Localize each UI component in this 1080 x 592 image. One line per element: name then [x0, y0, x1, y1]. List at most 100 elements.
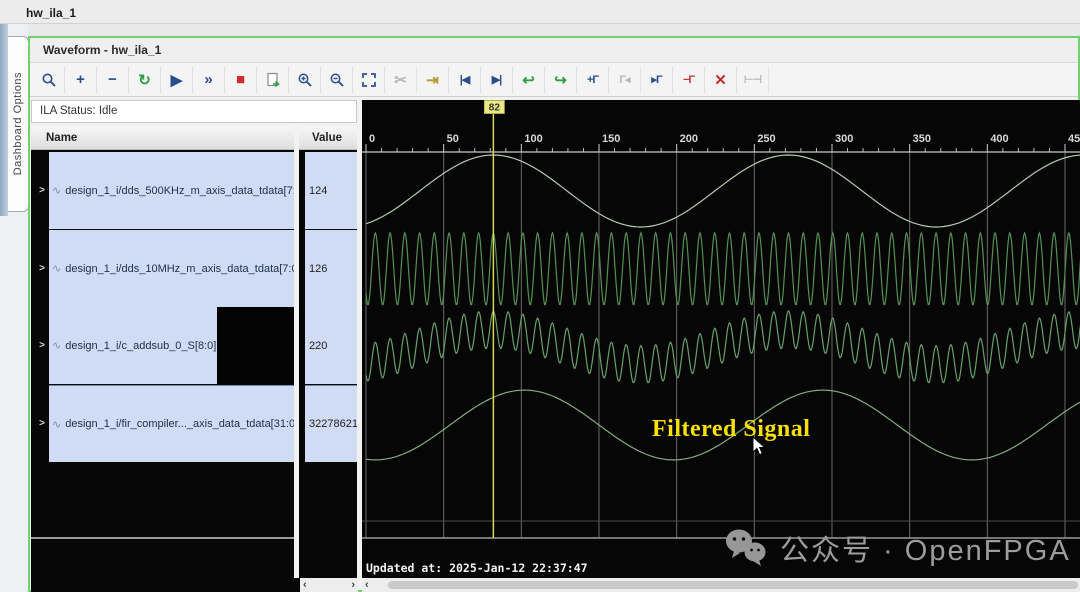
- toolbar-add-probes-button[interactable]: +: [65, 66, 97, 94]
- signal-row-name[interactable]: ∿ design_1_i/fir_compiler..._axis_data_td…: [49, 385, 294, 462]
- toolbar-next-transition-button[interactable]: ▶|: [481, 66, 513, 94]
- toolbar-swap-trigger-prev-button[interactable]: ↩: [513, 66, 545, 94]
- expand-chevron-icon[interactable]: >: [36, 185, 48, 196]
- expand-chevron-icon[interactable]: >: [36, 340, 48, 351]
- magnifier-minus-icon: [329, 72, 345, 88]
- signal-name: design_1_i/dds_10MHz_m_axis_data_tdata[7…: [65, 263, 294, 275]
- toolbar-goto-trigger-button[interactable]: Γ◂: [609, 66, 641, 94]
- signal-value: 124: [305, 185, 327, 197]
- toolbar-run-trigger-immediate-button[interactable]: ↻: [129, 66, 161, 94]
- dashboard-options-tab[interactable]: Dashboard Options: [8, 36, 29, 212]
- stop-trigger-icon: ■: [236, 71, 245, 88]
- toolbar-zoom-out-button[interactable]: [321, 66, 353, 94]
- waveform-plot: 05010015020025030035040045082: [362, 100, 1080, 578]
- scroll-left-icon[interactable]: ‹: [362, 579, 372, 591]
- bus-signal-icon: ∿: [52, 418, 61, 431]
- swap-trigger-next-icon: ↪: [554, 71, 567, 89]
- axis-tick-label: 100: [524, 133, 542, 145]
- toolbar-export-ila-data-button[interactable]: [257, 66, 289, 94]
- swap-trigger-prev-icon: ↩: [522, 71, 535, 89]
- expand-chevron-icon[interactable]: >: [36, 418, 48, 429]
- cut-icon: ✂: [394, 71, 407, 89]
- toolbar-set-trigger-button[interactable]: ▸Γ: [641, 66, 673, 94]
- toolbar-prev-transition-button[interactable]: |◀: [449, 66, 481, 94]
- signal-name: design_1_i/dds_500KHz_m_axis_data_tdata[…: [65, 185, 294, 197]
- toolbar-run-trigger-button[interactable]: ▶: [161, 66, 193, 94]
- toolbar-remove-probes-button[interactable]: −: [97, 66, 129, 94]
- left-accent-strip: [0, 24, 8, 216]
- tree-horizontal-scrollbar[interactable]: ‹ ›: [300, 578, 358, 592]
- toolbar-delete-button[interactable]: ✕: [705, 66, 737, 94]
- toolbar-add-trigger-button[interactable]: +Γ: [577, 66, 609, 94]
- name-value-splitter[interactable]: [294, 126, 299, 578]
- toolbar-trim-button[interactable]: ⊢⊣: [737, 66, 769, 94]
- toolbar-stop-trigger-button[interactable]: ■: [225, 66, 257, 94]
- signal-value: 220: [305, 340, 327, 352]
- axis-tick-label: 200: [680, 133, 698, 145]
- remove-probes-icon: −: [108, 71, 117, 88]
- axis-tick-label: 350: [913, 133, 931, 145]
- expand-chevron-icon[interactable]: >: [36, 263, 48, 274]
- waveform-toolbar: +− ↻ ▶ » ■ ✂ ⇥|◀ ▶| ↩ ↪ +Γ Γ◂ ▸Γ −Γ ✕ ⊢⊣: [30, 63, 1078, 97]
- toolbar-cut-button[interactable]: ✂: [385, 66, 417, 94]
- bus-signal-icon: ∿: [52, 262, 61, 275]
- goto-trigger-icon: Γ◂: [619, 73, 629, 86]
- toolbar-search-button[interactable]: [33, 66, 65, 94]
- signal-table-header: Name Value: [31, 126, 357, 150]
- axis-tick-label: 300: [835, 133, 853, 145]
- run-trigger-immediate-icon: ↻: [138, 71, 151, 89]
- bus-signal-icon: ∿: [52, 339, 61, 352]
- wave-trace-1: [366, 233, 1080, 305]
- window-tab-bar: hw_ila_1: [0, 0, 1080, 24]
- toolbar-add-marker-button[interactable]: ⇥: [417, 66, 449, 94]
- wave-horizontal-scrollbar[interactable]: ‹: [362, 578, 1080, 592]
- toolbar-swap-trigger-next-button[interactable]: ↪: [545, 66, 577, 94]
- trim-icon: ⊢⊣: [744, 73, 761, 86]
- name-column-header[interactable]: Name: [46, 126, 77, 150]
- signal-name: design_1_i/fir_compiler..._axis_data_tda…: [65, 418, 294, 430]
- watermark: 公众号 · OpenFPGA: [724, 527, 1071, 569]
- axis-tick-label: 250: [757, 133, 775, 145]
- wave-trace-0: [366, 155, 1080, 227]
- set-trigger-icon: ▸Γ: [651, 73, 661, 86]
- wechat-icon: [724, 528, 770, 568]
- toolbar-run-trigger-repetitive-button[interactable]: »: [193, 66, 225, 94]
- run-trigger-repetitive-icon: »: [204, 71, 212, 88]
- toolbar-zoom-in-button[interactable]: [289, 66, 321, 94]
- expand-icon: [361, 72, 377, 88]
- axis-tick-label: 50: [447, 133, 459, 145]
- mouse-cursor: [752, 437, 768, 461]
- signal-value: 32278621: [305, 418, 357, 430]
- axis-tick-label: 150: [602, 133, 620, 145]
- signal-row-value[interactable]: 220: [305, 307, 357, 384]
- dashboard-options-label: Dashboard Options: [12, 72, 24, 175]
- remove-trigger-icon: −Γ: [683, 74, 694, 86]
- axis-tick-label: 400: [990, 133, 1008, 145]
- tab-hw-ila-1[interactable]: hw_ila_1: [12, 2, 90, 24]
- scroll-right-icon[interactable]: ›: [348, 579, 358, 591]
- signal-name: design_1_i/c_addsub_0_S[8:0]: [65, 340, 216, 352]
- axis-tick-label: 0: [369, 133, 375, 145]
- toolbar-zoom-fit-button[interactable]: [353, 66, 385, 94]
- waveform-canvas[interactable]: 05010015020025030035040045082: [362, 100, 1080, 578]
- value-column-header[interactable]: Value: [312, 126, 342, 150]
- run-trigger-icon: ▶: [171, 71, 183, 89]
- signal-row-value[interactable]: 32278621: [305, 385, 357, 462]
- scroll-left-icon[interactable]: ‹: [300, 579, 310, 591]
- signal-row-value[interactable]: 124: [305, 152, 357, 229]
- redaction-box: [217, 307, 302, 385]
- signal-row-name[interactable]: ∿ design_1_i/dds_10MHz_m_axis_data_tdata[…: [49, 230, 294, 307]
- wave-trace-2: [366, 311, 1080, 383]
- ila-status-bar: ILA Status: Idle: [31, 100, 357, 123]
- watermark-text: 公众号 · OpenFPGA: [780, 527, 1071, 569]
- scrollbar-thumb[interactable]: [388, 581, 1078, 589]
- updated-timestamp: Updated at: 2025-Jan-12 22:37:47: [366, 561, 588, 575]
- toolbar-remove-trigger-button[interactable]: −Γ: [673, 66, 705, 94]
- next-transition-icon: ▶|: [492, 73, 502, 86]
- delete-icon: ✕: [714, 71, 727, 89]
- signal-row-value[interactable]: 126: [305, 230, 357, 307]
- bus-signal-icon: ∿: [52, 184, 61, 197]
- marker-label[interactable]: 82: [489, 103, 501, 114]
- signal-row-name[interactable]: ∿ design_1_i/dds_500KHz_m_axis_data_tdata…: [49, 152, 294, 229]
- add-trigger-icon: +Γ: [587, 74, 598, 86]
